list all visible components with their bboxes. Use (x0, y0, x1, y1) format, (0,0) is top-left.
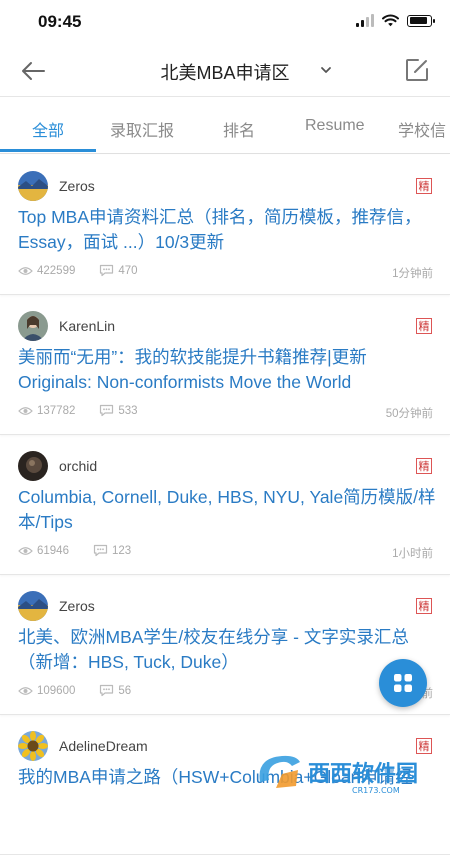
comment-count: 123 (111, 544, 132, 557)
grid-icon (394, 674, 412, 692)
tab-admission-reports[interactable]: 录取汇报 (110, 117, 174, 141)
comment-count: 56 (118, 684, 132, 697)
tab-resume[interactable]: Resume (305, 117, 365, 135)
watermark-url: CR173.COM (352, 786, 400, 795)
post-title[interactable]: 美丽而“无用”：我的软技能提升书籍推荐|更新Originals: Non-con… (18, 345, 438, 395)
watermark-logo: 西西软件园 CR173.COM (259, 755, 418, 795)
nav-bar: 北美MBA申请区 (0, 46, 450, 97)
featured-badge: 精 (416, 178, 432, 194)
post-time: 50分钟前 (385, 408, 433, 420)
view-count: 422599 (37, 264, 76, 277)
comment-icon (93, 544, 108, 557)
eye-icon (18, 406, 33, 415)
comment-stat: 56 (99, 684, 131, 697)
post-author[interactable]: Zeros (59, 178, 95, 194)
avatar[interactable] (18, 311, 48, 341)
post-title[interactable]: 北美、欧洲MBA学生/校友在线分享 - 文字实录汇总（新增：HBS, Tuck,… (18, 625, 438, 675)
post-stats: 137782 533 (18, 404, 138, 417)
post-stats: 109600 56 (18, 684, 131, 697)
tab-school-info[interactable]: 学校信 (398, 117, 446, 141)
status-bar: 09:45 (0, 0, 450, 46)
page-title[interactable]: 北美MBA申请区 (160, 63, 289, 83)
wifi-icon (382, 14, 399, 27)
comment-stat: 123 (93, 544, 131, 557)
avatar[interactable] (18, 591, 48, 621)
comment-icon (100, 404, 114, 417)
post-author[interactable]: Zeros (59, 598, 95, 614)
featured-badge: 精 (416, 458, 432, 474)
post-author[interactable]: KarenLin (59, 318, 115, 334)
view-count: 61946 (37, 544, 69, 557)
signal-icon (356, 14, 374, 27)
comment-stat: 533 (99, 404, 138, 417)
post-item[interactable]: orchid 精 Columbia, Cornell, Duke, HBS, N… (0, 435, 450, 575)
comment-icon (100, 684, 114, 697)
watermark-text: 西西软件园 (308, 761, 418, 787)
floating-menu-button[interactable] (379, 659, 427, 707)
post-stats: 61946 123 (18, 544, 131, 557)
featured-badge: 精 (416, 598, 432, 614)
eye-icon (18, 266, 33, 275)
tab-bar: 全部 录取汇报 排名 Resume 学校信 (0, 97, 450, 154)
status-icons (356, 14, 435, 27)
chevron-down-icon[interactable] (319, 63, 333, 77)
battery-icon (407, 14, 435, 27)
tab-ranking[interactable]: 排名 (223, 117, 255, 141)
nav-title-wrap: 北美MBA申请区 (0, 59, 450, 85)
post-author[interactable]: orchid (59, 458, 97, 474)
eye-icon (18, 686, 33, 695)
avatar[interactable] (18, 171, 48, 201)
post-title[interactable]: Top MBA申请资料汇总（排名，简历模板，推荐信，Essay，面试 ...）1… (18, 205, 438, 255)
post-stats: 422599 470 (18, 264, 138, 277)
eye-icon (18, 546, 33, 555)
post-item[interactable]: KarenLin 精 美丽而“无用”：我的软技能提升书籍推荐|更新Origina… (0, 295, 450, 435)
post-time: 1小时前 (392, 548, 433, 560)
featured-badge: 精 (416, 318, 432, 334)
tab-all[interactable]: 全部 (32, 117, 64, 141)
post-time: 1分钟前 (392, 268, 433, 280)
comment-stat: 470 (99, 264, 138, 277)
comment-count: 533 (118, 404, 138, 417)
edit-icon[interactable] (404, 57, 430, 83)
post-item[interactable]: Zeros 精 Top MBA申请资料汇总（排名，简历模板，推荐信，Essay，… (0, 155, 450, 295)
status-time: 09:45 (38, 12, 82, 31)
comment-count: 470 (118, 264, 138, 277)
comment-icon (100, 264, 114, 277)
avatar[interactable] (18, 451, 48, 481)
post-author[interactable]: AdelineDream (59, 738, 148, 754)
tab-indicator (0, 149, 96, 152)
avatar[interactable] (18, 731, 48, 761)
view-count: 109600 (37, 684, 76, 697)
post-title[interactable]: Columbia, Cornell, Duke, HBS, NYU, Yale简… (18, 485, 438, 535)
view-count: 137782 (37, 404, 76, 417)
